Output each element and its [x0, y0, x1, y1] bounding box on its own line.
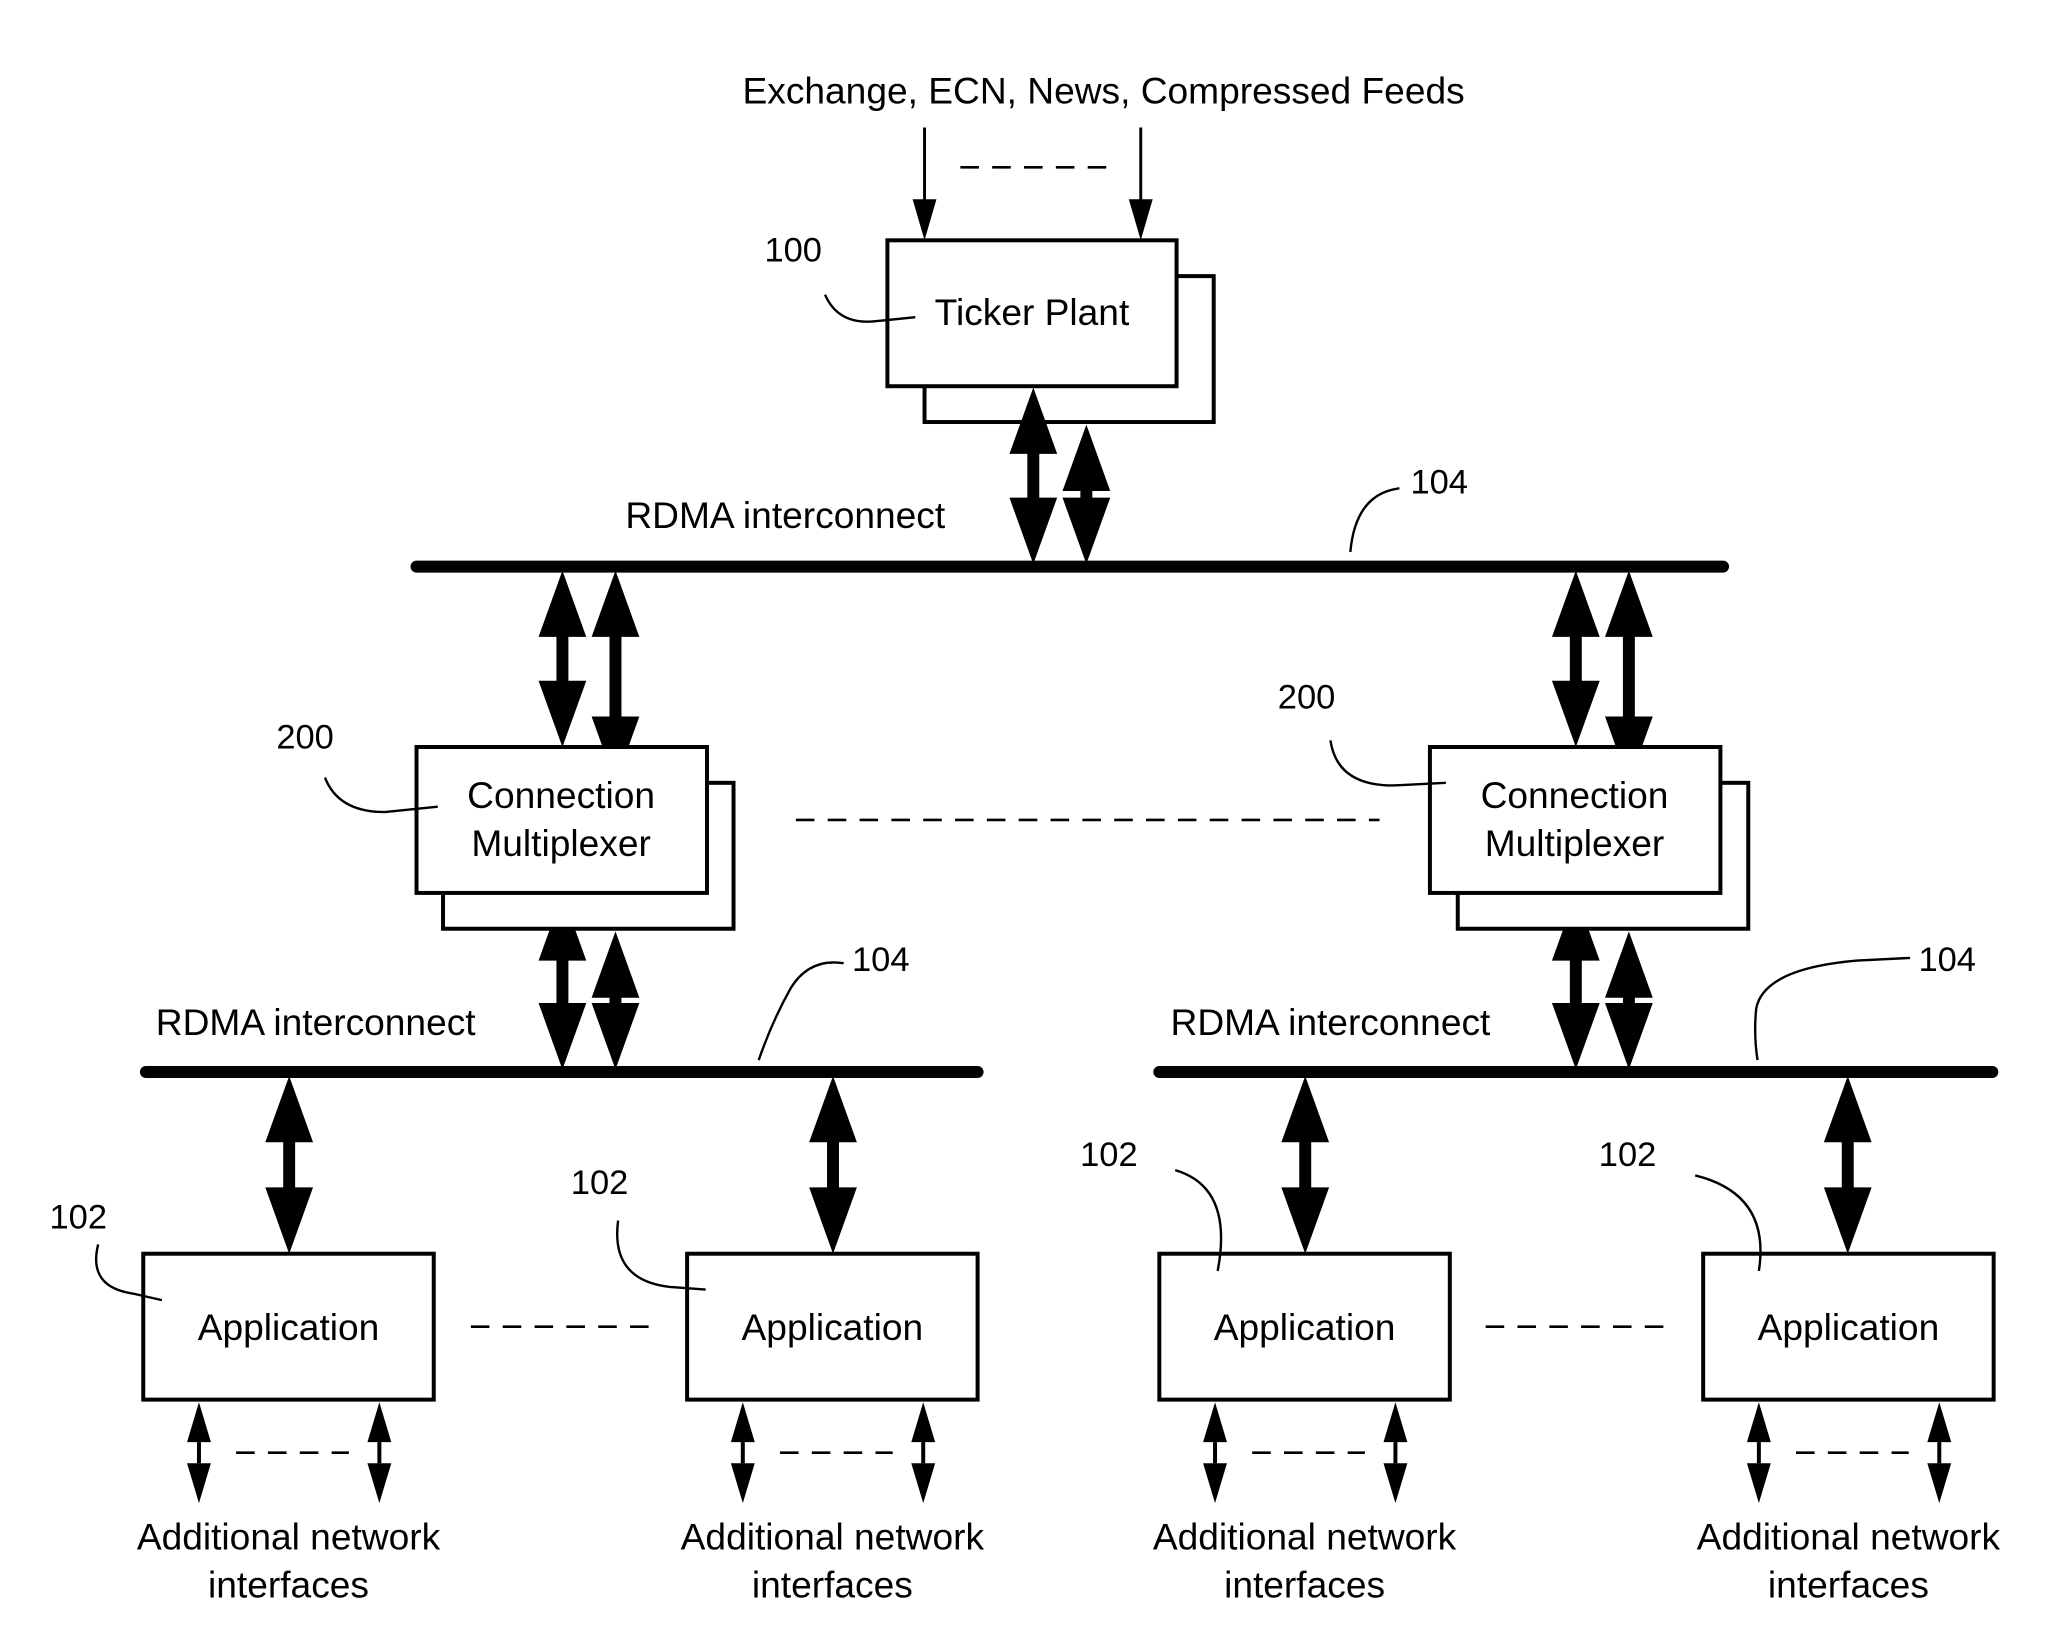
cm-left-line1: Connection — [467, 774, 655, 816]
bus-app-arrow-1 — [265, 1075, 314, 1254]
cm-right-bus-arrow-2 — [1605, 931, 1653, 1070]
rdma-label-top: RDMA interconnect — [625, 494, 946, 536]
connection-multiplexer-right: Connection Multiplexer 200 — [1278, 679, 1751, 931]
bus-app-arrow-3 — [1281, 1075, 1330, 1254]
network-interface-arrow-left — [730, 1402, 755, 1504]
system-diagram: Exchange, ECN, News, Compressed Feeds Ti… — [50, 70, 2001, 1606]
ticker-bus-arrow-2 — [1062, 424, 1111, 564]
application-label: Application — [1758, 1306, 1940, 1348]
additional-interfaces-line1: Additional network — [1153, 1516, 1457, 1558]
cm-right-ref: 200 — [1278, 679, 1336, 717]
additional-interfaces-line2: interfaces — [208, 1563, 369, 1605]
application-label: Application — [1214, 1306, 1396, 1348]
bus-cm-left-arrow-1 — [538, 570, 587, 748]
network-interface-arrow-right — [1383, 1402, 1408, 1504]
rdma-label-left: RDMA interconnect — [156, 1001, 477, 1043]
rdma-label-right: RDMA interconnect — [1171, 1001, 1492, 1043]
feed-arrows — [912, 127, 1153, 241]
application-1: Application 102 Additional network interfac… — [50, 1199, 441, 1606]
additional-interfaces-line1: Additional network — [1697, 1516, 2001, 1558]
cm-left-ref: 200 — [276, 718, 334, 756]
application-label: Application — [198, 1306, 380, 1348]
network-interface-arrow-right — [911, 1402, 936, 1504]
cm-left-line2: Multiplexer — [471, 822, 651, 864]
network-interface-arrow-left — [1746, 1402, 1771, 1504]
additional-interfaces-line2: interfaces — [1224, 1563, 1385, 1605]
application-ref: 102 — [571, 1164, 629, 1202]
cm-right-line1: Connection — [1481, 774, 1669, 816]
application-3: Application 102 Additional network interfac… — [1080, 1136, 1457, 1605]
additional-interfaces-line1: Additional network — [137, 1516, 441, 1558]
rdma-ref-top: 104 — [1410, 464, 1468, 502]
cm-right-line2: Multiplexer — [1485, 822, 1665, 864]
feeds-label: Exchange, ECN, News, Compressed Feeds — [743, 70, 1465, 112]
bus-app-arrow-2 — [809, 1075, 857, 1254]
application-label: Application — [742, 1306, 924, 1348]
application-ref: 102 — [1080, 1136, 1138, 1174]
ticker-plant-ref: 100 — [764, 232, 822, 270]
application-2: Application 102 Additional network interfac… — [571, 1164, 985, 1605]
connection-multiplexer-left: Connection Multiplexer 200 — [276, 718, 736, 931]
application-ref: 102 — [50, 1199, 108, 1237]
applications: Application 102 Additional network interfac… — [50, 1136, 2001, 1605]
network-interface-arrow-left — [187, 1402, 211, 1504]
network-interface-arrow-left — [1203, 1402, 1227, 1504]
bus-app-arrow-4 — [1823, 1075, 1872, 1254]
ticker-plant-label: Ticker Plant — [935, 291, 1130, 333]
application-ref: 102 — [1599, 1136, 1657, 1174]
application-4: Application 102 Additional network interfac… — [1599, 1136, 2001, 1605]
network-interface-arrow-right — [1927, 1402, 1952, 1504]
network-interface-arrow-right — [367, 1402, 392, 1504]
additional-interfaces-line2: interfaces — [1768, 1563, 1929, 1605]
rdma-ref-right: 104 — [1918, 941, 1976, 979]
ticker-plant: Ticker Plant 100 — [764, 232, 1216, 425]
rdma-ref-left: 104 — [852, 941, 910, 979]
cm-left-bus-arrow-2 — [591, 931, 640, 1070]
bus-cm-right-arrow-1 — [1551, 570, 1600, 748]
additional-interfaces-line1: Additional network — [681, 1516, 985, 1558]
additional-interfaces-line2: interfaces — [752, 1563, 913, 1605]
